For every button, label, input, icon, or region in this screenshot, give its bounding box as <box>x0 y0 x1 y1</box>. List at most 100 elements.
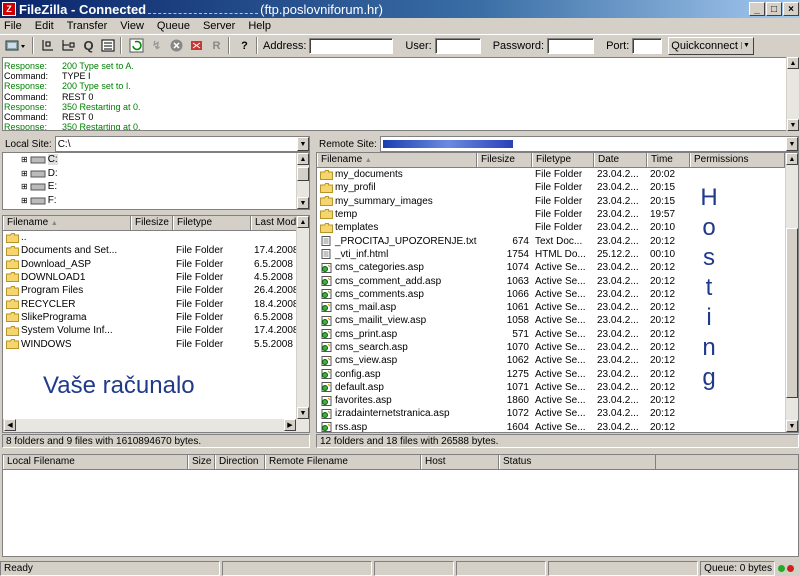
remote-file-row[interactable]: _PROCITAJ_UPOZORENJE.txt 674 Text Doc... 23… <box>317 234 798 247</box>
remote-file-row[interactable]: rss.asp 1604 Active Se... 23.04.2... 20:12 <box>317 421 798 432</box>
col-time[interactable]: Time <box>647 153 690 167</box>
tree-scrollbar[interactable]: ▲ ▼ <box>296 153 309 209</box>
port-input[interactable] <box>632 37 663 54</box>
reconnect-icon[interactable]: R <box>208 37 225 54</box>
remote-file-row[interactable]: cms_print.asp 571 Active Se... 23.04.2... 20… <box>317 328 798 341</box>
scroll-up-icon[interactable]: ▲ <box>787 57 799 69</box>
scroll-up-icon[interactable]: ▲ <box>297 216 309 228</box>
address-input[interactable] <box>309 37 394 54</box>
col-remote-filename[interactable]: Remote Filename <box>265 455 421 469</box>
col-filetype[interactable]: Filetype <box>532 153 594 167</box>
menu-edit[interactable]: Edit <box>35 20 54 32</box>
tree-item[interactable]: ⊞ C: <box>3 153 309 167</box>
tree-item[interactable]: ⊞ E: <box>3 180 309 194</box>
col-local-filename[interactable]: Local Filename <box>3 455 188 469</box>
filezilla-app-icon[interactable]: Z <box>2 2 16 16</box>
local-site-dropdown-icon[interactable]: ▼ <box>297 137 309 151</box>
menu-file[interactable]: File <box>4 20 22 32</box>
user-input[interactable] <box>434 37 481 54</box>
remote-file-row[interactable]: cms_view.asp 1062 Active Se... 23.04.2... 20… <box>317 354 798 367</box>
scroll-thumb[interactable] <box>297 167 309 181</box>
file-type-cell: Active Se... <box>535 288 586 300</box>
tree-item[interactable]: ⊞ D: <box>3 167 309 181</box>
local-file-row[interactable]: RECYCLER File Folder 18.4.2008 <box>3 297 309 310</box>
remote-file-row[interactable]: cms_search.asp 1070 Active Se... 23.04.2...… <box>317 341 798 354</box>
remote-file-row[interactable]: _vti_inf.html 1754 HTML Do... 25.12.2... 00:… <box>317 248 798 261</box>
remote-file-row[interactable]: cms_mail.asp 1061 Active Se... 23.04.2... 20… <box>317 301 798 314</box>
remote-file-row[interactable]: cms_comments.asp 1066 Active Se... 23.04.2.… <box>317 288 798 301</box>
col-permissions[interactable]: Permissions <box>690 153 785 167</box>
col-filesize[interactable]: Filesize <box>131 216 173 230</box>
file-list-icon[interactable] <box>100 37 117 54</box>
menu-queue[interactable]: Queue <box>157 20 190 32</box>
close-button[interactable]: × <box>783 2 799 16</box>
col-date[interactable]: Date <box>594 153 647 167</box>
scroll-down-icon[interactable]: ▼ <box>787 119 799 131</box>
scroll-left-icon[interactable]: ◀ <box>4 419 16 431</box>
remote-site-bar: Remote Site: ▼ <box>316 135 799 153</box>
remote-file-row[interactable]: izradainternetstranica.asp 1072 Active Se.… <box>317 407 798 420</box>
scroll-down-icon[interactable]: ▼ <box>297 197 309 209</box>
local-file-row[interactable]: Documents and Set... File Folder 17.4.2008 <box>3 244 309 257</box>
site-manager-icon[interactable] <box>3 37 29 54</box>
col-size[interactable]: Size <box>188 455 215 469</box>
cancel-icon[interactable] <box>168 37 185 54</box>
local-file-row[interactable]: Program Files File Folder 26.4.2008 <box>3 284 309 297</box>
log-scrollbar[interactable]: ▲ ▼ <box>786 57 799 131</box>
minimize-button[interactable]: _ <box>749 2 765 16</box>
scroll-thumb[interactable] <box>786 228 798 398</box>
menu-view[interactable]: View <box>120 20 144 32</box>
remote-file-row[interactable]: cms_categories.asp 1074 Active Se... 23.04.… <box>317 261 798 274</box>
local-hscrollbar[interactable]: ◀ ▶ <box>3 419 309 432</box>
disconnect-icon[interactable] <box>188 37 205 54</box>
quickconnect-dropdown-icon[interactable]: ▼ <box>740 42 751 49</box>
local-file-row[interactable]: Download_ASP File Folder 6.5.2008 <box>3 258 309 271</box>
scroll-right-icon[interactable]: ▶ <box>284 419 296 431</box>
abort-icon[interactable]: ↯ <box>148 37 165 54</box>
refresh-icon[interactable] <box>128 37 145 54</box>
local-scrollbar[interactable]: ▲ ▼ <box>296 216 309 419</box>
col-direction[interactable]: Direction <box>215 455 265 469</box>
remote-site-dropdown-icon[interactable]: ▼ <box>786 137 798 151</box>
col-status[interactable]: Status <box>499 455 656 469</box>
search-icon[interactable]: Q <box>80 37 97 54</box>
remote-file-row[interactable]: my_profil File Folder 23.04.2... 20:15 <box>317 181 798 194</box>
local-file-row[interactable]: DOWNLOAD1 File Folder 4.5.2008 <box>3 271 309 284</box>
remote-file-row[interactable]: cms_mailit_view.asp 1058 Active Se... 23.04… <box>317 314 798 327</box>
remote-file-row[interactable]: favorites.asp 1860 Active Se... 23.04.2... 2… <box>317 394 798 407</box>
tree-view-icon[interactable] <box>60 37 77 54</box>
remote-file-row[interactable]: templates File Folder 23.04.2... 20:10 <box>317 221 798 234</box>
col-filename[interactable]: Filename ▲ <box>3 216 131 230</box>
quickconnect-button[interactable]: Quickconnect ▼ <box>668 36 754 55</box>
menu-server[interactable]: Server <box>203 20 235 32</box>
remote-file-row[interactable]: my_documents File Folder 23.04.2... 20:02 <box>317 168 798 181</box>
password-input[interactable] <box>547 37 595 54</box>
col-filesize[interactable]: Filesize <box>477 153 532 167</box>
remote-scrollbar[interactable]: ▲ ▼ <box>785 153 798 432</box>
tree-item[interactable]: ⊞ F: <box>3 194 309 208</box>
scroll-down-icon[interactable]: ▼ <box>297 407 309 419</box>
maximize-button[interactable]: □ <box>766 2 782 16</box>
local-file-row[interactable]: .. <box>3 231 309 244</box>
help-icon[interactable]: ? <box>236 37 253 54</box>
scroll-up-icon[interactable]: ▲ <box>786 153 798 165</box>
col-host[interactable]: Host <box>421 455 499 469</box>
remote-file-row[interactable]: temp File Folder 23.04.2... 19:57 <box>317 208 798 221</box>
remote-file-row[interactable]: my_summary_images File Folder 23.04.2... 20… <box>317 195 798 208</box>
scroll-down-icon[interactable]: ▼ <box>786 420 798 432</box>
col-filetype[interactable]: Filetype <box>173 216 251 230</box>
menu-help[interactable]: Help <box>248 20 271 32</box>
menu-transfer[interactable]: Transfer <box>67 20 108 32</box>
local-file-row[interactable]: SlikePrograma File Folder 6.5.2008 <box>3 311 309 324</box>
remote-file-row[interactable]: default.asp 1071 Active Se... 23.04.2... 20:… <box>317 381 798 394</box>
remote-file-row[interactable]: config.asp 1275 Active Se... 23.04.2... 20:1… <box>317 367 798 380</box>
file-type-cell: Active Se... <box>535 395 586 407</box>
local-file-row[interactable]: WINDOWS File Folder 5.5.2008 <box>3 337 309 350</box>
col-filename[interactable]: Filename ▲ <box>317 153 477 167</box>
local-file-row[interactable]: System Volume Inf... File Folder 17.4.2008 <box>3 324 309 337</box>
scroll-up-icon[interactable]: ▲ <box>297 153 309 165</box>
remote-site-combo[interactable]: ▼ <box>379 136 799 152</box>
remote-file-row[interactable]: cms_comment_add.asp 1063 Active Se... 23.04… <box>317 274 798 287</box>
process-queue-icon[interactable] <box>40 37 57 54</box>
local-site-combo[interactable]: C:\ ▼ <box>54 136 310 152</box>
